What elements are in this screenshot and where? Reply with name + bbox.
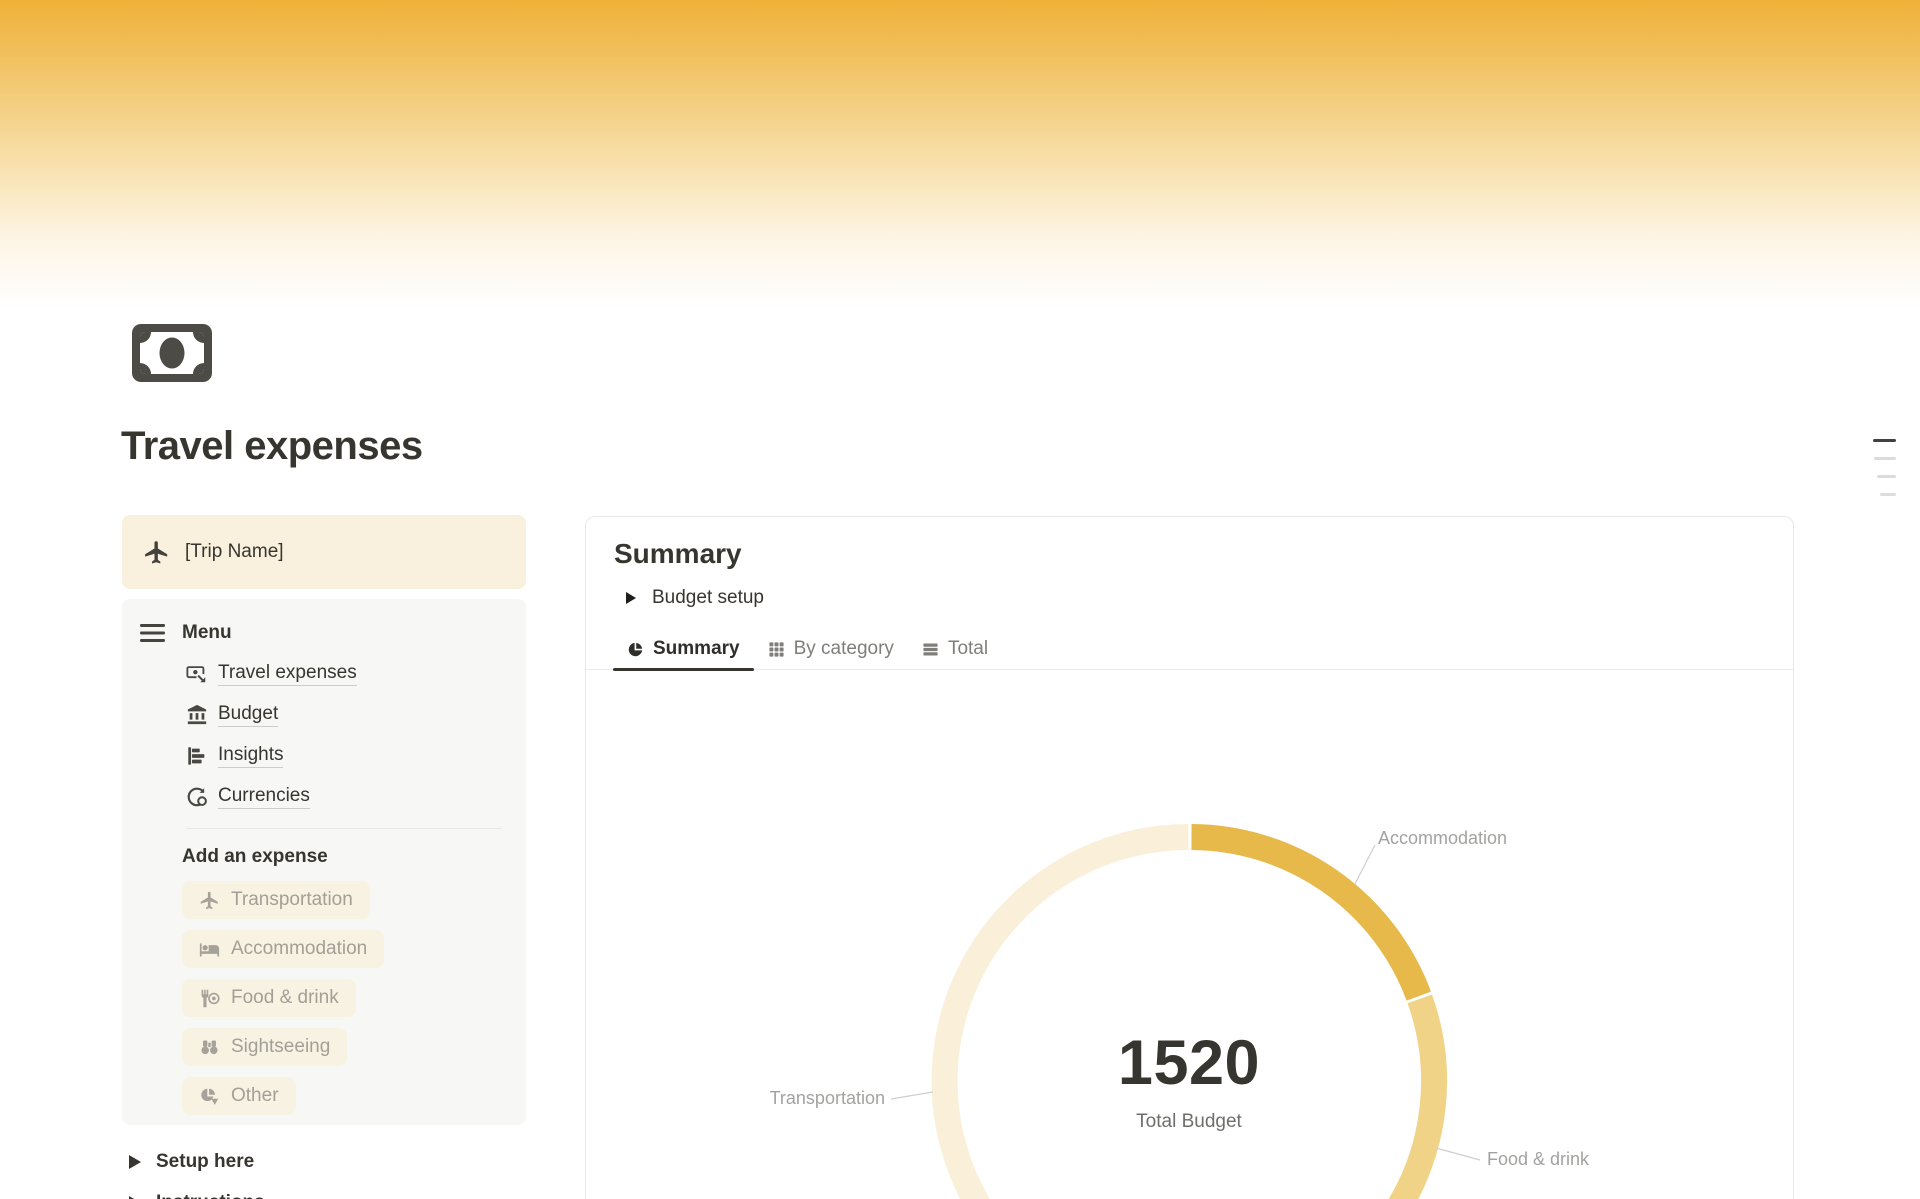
other-button[interactable]: Other: [182, 1077, 296, 1115]
budget-setup-label: Budget setup: [652, 587, 764, 609]
binoculars-icon: [199, 1037, 220, 1058]
instructions-toggle[interactable]: Instructions: [129, 1192, 526, 1199]
menu-item-budget[interactable]: Budget: [186, 694, 506, 735]
triangle-right-icon: [626, 592, 636, 604]
expense-button-label: Other: [231, 1085, 279, 1107]
leader-line-food-drink: [1436, 1148, 1480, 1160]
toc-line[interactable]: [1877, 475, 1896, 478]
expense-button-label: Transportation: [231, 889, 353, 911]
transportation-button[interactable]: Transportation: [182, 881, 370, 919]
sidebar: [Trip Name] Menu: [122, 515, 526, 1199]
chart-center-value: 1520: [1039, 1027, 1339, 1099]
chart-center-label: Total Budget: [1039, 1111, 1339, 1133]
toc-line[interactable]: [1874, 457, 1896, 460]
bank-icon: [186, 704, 208, 726]
bar-chart-icon: [186, 745, 208, 767]
airplane-icon: [199, 890, 220, 911]
menu-list: Travel expenses Budget: [186, 653, 506, 817]
tab-total[interactable]: Total: [908, 629, 1002, 669]
triangle-right-icon: [129, 1155, 141, 1169]
menu-item-travel-expenses[interactable]: Travel expenses: [186, 653, 506, 694]
chart-label-transportation: Transportation: [700, 1088, 885, 1109]
menu-item-label: Insights: [218, 744, 283, 768]
tab-label: Summary: [653, 638, 740, 660]
grid-icon: [768, 641, 785, 658]
accommodation-button[interactable]: Accommodation: [182, 930, 384, 968]
airplane-icon: [143, 539, 170, 566]
toc-indicator[interactable]: [1873, 439, 1896, 496]
shapes-icon: [199, 1086, 220, 1107]
leader-line-accommodation: [1355, 845, 1375, 884]
summary-heading: Summary: [614, 538, 742, 570]
money-transfer-icon: [186, 663, 208, 685]
expense-button-label: Accommodation: [231, 938, 367, 960]
tab-label: Total: [948, 638, 988, 660]
expense-button-label: Sightseeing: [231, 1036, 330, 1058]
menu-item-currencies[interactable]: Currencies: [186, 776, 506, 817]
menu-header: Menu: [140, 622, 506, 644]
menu-item-label: Currencies: [218, 785, 310, 809]
sightseeing-button[interactable]: Sightseeing: [182, 1028, 347, 1066]
menu-panel: Menu Travel expenses: [122, 599, 526, 1125]
donut-segment-accommodation[interactable]: [1192, 837, 1419, 996]
hamburger-icon: [140, 623, 165, 643]
leader-line-transportation: [891, 1092, 933, 1099]
food-drink-button[interactable]: Food & drink: [182, 979, 356, 1017]
donut-segment-transportation[interactable]: [945, 837, 1189, 1199]
toc-line[interactable]: [1873, 439, 1896, 442]
toc-line[interactable]: [1880, 493, 1896, 496]
chart-label-accommodation: Accommodation: [1378, 828, 1507, 849]
tab-bar: Summary By category: [586, 629, 1793, 670]
currency-exchange-icon: [186, 786, 208, 808]
expense-buttons: Transportation Accommodation: [182, 881, 506, 1115]
trip-name-callout[interactable]: [Trip Name]: [122, 515, 526, 589]
pie-chart-icon: [627, 641, 644, 658]
bed-icon: [199, 939, 220, 960]
banknote-icon[interactable]: [132, 324, 212, 382]
tab-summary[interactable]: Summary: [613, 629, 754, 669]
setup-here-toggle[interactable]: Setup here: [129, 1151, 526, 1173]
toggle-label: Instructions: [156, 1192, 265, 1199]
chart-label-food-drink: Food & drink: [1487, 1149, 1589, 1170]
cover-gradient: [0, 0, 1920, 318]
budget-setup-toggle[interactable]: Budget setup: [626, 587, 764, 609]
notion-page: Travel expenses [Trip Name]: [0, 0, 1920, 1199]
tab-by-category[interactable]: By category: [754, 629, 908, 669]
toggle-label: Setup here: [156, 1151, 254, 1173]
trip-name-label: [Trip Name]: [185, 541, 284, 563]
menu-item-insights[interactable]: Insights: [186, 735, 506, 776]
divider: [186, 828, 502, 829]
menu-title: Menu: [182, 622, 232, 644]
page-title: Travel expenses: [121, 424, 423, 469]
fork-plate-icon: [199, 988, 220, 1009]
tab-label: By category: [794, 638, 894, 660]
menu-item-label: Travel expenses: [218, 662, 357, 686]
add-expense-title: Add an expense: [182, 846, 506, 868]
rows-icon: [922, 641, 939, 658]
menu-item-label: Budget: [218, 703, 278, 727]
expense-button-label: Food & drink: [231, 987, 339, 1009]
